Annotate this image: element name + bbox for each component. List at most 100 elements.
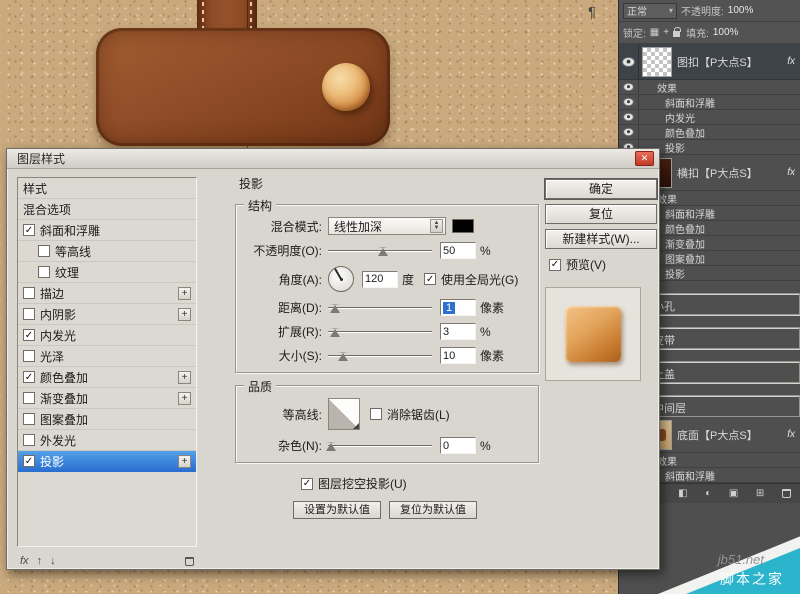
style-item[interactable]: 光泽: [18, 346, 196, 367]
dialog-titlebar[interactable]: 图层样式 ✕: [7, 149, 659, 169]
lock-all-icon[interactable]: [673, 31, 680, 37]
opacity-slider[interactable]: [328, 244, 432, 258]
add-effect-icon[interactable]: +: [178, 287, 191, 300]
preview-checkbox[interactable]: [549, 259, 561, 271]
style-item-label: 颜色叠加: [40, 369, 173, 386]
angle-input[interactable]: 120: [362, 271, 398, 288]
style-checkbox[interactable]: [23, 434, 35, 446]
up-icon[interactable]: ↑: [37, 556, 43, 567]
global-light-checkbox[interactable]: [424, 273, 436, 285]
style-item[interactable]: 斜面和浮雕: [18, 220, 196, 241]
layer-name: 小孔: [653, 298, 791, 314]
reset-default-button[interactable]: 复位为默认值: [389, 501, 477, 519]
slider-thumb[interactable]: [330, 328, 340, 337]
blend-mode-select[interactable]: 线性加深 ▲▼: [328, 217, 446, 235]
style-checkbox[interactable]: [23, 350, 35, 362]
trash-icon[interactable]: [782, 489, 791, 498]
antialias-checkbox[interactable]: [370, 408, 382, 420]
shadow-color-swatch[interactable]: [452, 219, 474, 233]
style-checkbox[interactable]: [23, 329, 35, 341]
layer-blend-mode-value: 正常: [627, 3, 647, 18]
trash-icon[interactable]: [185, 557, 194, 566]
fx-badge[interactable]: fx: [787, 167, 795, 178]
style-item[interactable]: 图案叠加: [18, 409, 196, 430]
add-effect-icon[interactable]: +: [178, 371, 191, 384]
opacity-unit: %: [480, 244, 491, 258]
size-slider[interactable]: [328, 349, 432, 363]
style-item[interactable]: 纹理: [18, 262, 196, 283]
size-input[interactable]: 10: [440, 347, 476, 364]
style-checkbox[interactable]: [23, 413, 35, 425]
layer-name: 颜色叠加: [665, 125, 800, 140]
effect-row[interactable]: 内发光: [619, 110, 800, 125]
new-icon[interactable]: ⊞: [756, 489, 764, 499]
layer-opacity-value[interactable]: 100%: [728, 5, 754, 16]
slider-thumb[interactable]: [338, 352, 348, 361]
fx-badge[interactable]: fx: [787, 56, 795, 67]
style-preview-box: [545, 287, 641, 381]
noise-slider[interactable]: [328, 439, 432, 453]
add-effect-icon[interactable]: +: [178, 455, 191, 468]
style-checkbox[interactable]: [23, 308, 35, 320]
style-checkbox[interactable]: [23, 287, 35, 299]
reset-button[interactable]: 复位: [545, 204, 657, 224]
style-checkbox[interactable]: [23, 455, 35, 467]
style-checkbox[interactable]: [23, 224, 35, 236]
style-item[interactable]: 外发光: [18, 430, 196, 451]
add-effect-icon[interactable]: +: [178, 308, 191, 321]
visibility-toggle[interactable]: [619, 44, 639, 79]
style-checkbox[interactable]: [38, 245, 50, 257]
angle-dial[interactable]: [328, 266, 354, 292]
spread-input[interactable]: 3: [440, 323, 476, 340]
down-icon[interactable]: ↓: [50, 556, 56, 567]
layer-thumbnail[interactable]: [642, 47, 672, 77]
visibility-toggle[interactable]: [619, 80, 639, 94]
adjust-icon[interactable]: ◐: [705, 489, 711, 499]
style-item[interactable]: 样式: [18, 178, 196, 199]
fx-badge[interactable]: fx: [787, 429, 795, 440]
visibility-toggle[interactable]: [619, 95, 639, 109]
distance-slider[interactable]: [328, 301, 432, 315]
style-checkbox[interactable]: [23, 371, 35, 383]
effect-row[interactable]: 颜色叠加: [619, 125, 800, 140]
style-checkbox[interactable]: [38, 266, 50, 278]
effect-row[interactable]: 斜面和浮雕: [619, 95, 800, 110]
fx-icon[interactable]: fx: [20, 556, 29, 567]
style-item[interactable]: 内发光: [18, 325, 196, 346]
style-item[interactable]: 内阴影 +: [18, 304, 196, 325]
spread-slider[interactable]: [328, 325, 432, 339]
mask-icon[interactable]: ◧: [678, 489, 687, 499]
slider-thumb[interactable]: [378, 247, 388, 256]
style-item[interactable]: 渐变叠加+: [18, 388, 196, 409]
add-effect-icon[interactable]: +: [178, 392, 191, 405]
style-item[interactable]: 投影+: [18, 451, 196, 472]
visibility-toggle[interactable]: [619, 110, 639, 124]
close-button[interactable]: ✕: [635, 151, 654, 166]
visibility-toggle[interactable]: [619, 125, 639, 139]
style-item[interactable]: 描边+: [18, 283, 196, 304]
group-icon[interactable]: ▣: [729, 489, 738, 499]
style-item-label: 内阴影: [40, 306, 173, 323]
spread-label: 扩展(R):: [244, 323, 322, 340]
noise-input[interactable]: 0: [440, 437, 476, 454]
slider-thumb[interactable]: [330, 304, 340, 313]
layer-row[interactable]: 图扣【P大点S】fx: [619, 44, 800, 80]
lock-transparency-icon[interactable]: ▦: [650, 28, 659, 38]
style-item[interactable]: 颜色叠加 +: [18, 367, 196, 388]
lock-position-icon[interactable]: +: [663, 28, 669, 38]
set-default-button[interactable]: 设置为默认值: [293, 501, 381, 519]
ok-button[interactable]: 确定: [545, 179, 657, 199]
slider-thumb[interactable]: [326, 442, 336, 451]
fill-value[interactable]: 100%: [713, 27, 739, 38]
opacity-input[interactable]: 50: [440, 242, 476, 259]
contour-picker[interactable]: [328, 398, 360, 430]
layer-blend-mode-select[interactable]: 正常 ▾: [623, 3, 677, 19]
new-style-button[interactable]: 新建样式(W)...: [545, 229, 657, 249]
style-item[interactable]: 等高线: [18, 241, 196, 262]
size-label: 大小(S):: [244, 347, 322, 364]
knockout-checkbox[interactable]: [301, 478, 313, 490]
distance-input[interactable]: 1: [440, 299, 476, 316]
style-item[interactable]: 混合选项: [18, 199, 196, 220]
effect-row[interactable]: 效果: [619, 80, 800, 95]
style-checkbox[interactable]: [23, 392, 35, 404]
